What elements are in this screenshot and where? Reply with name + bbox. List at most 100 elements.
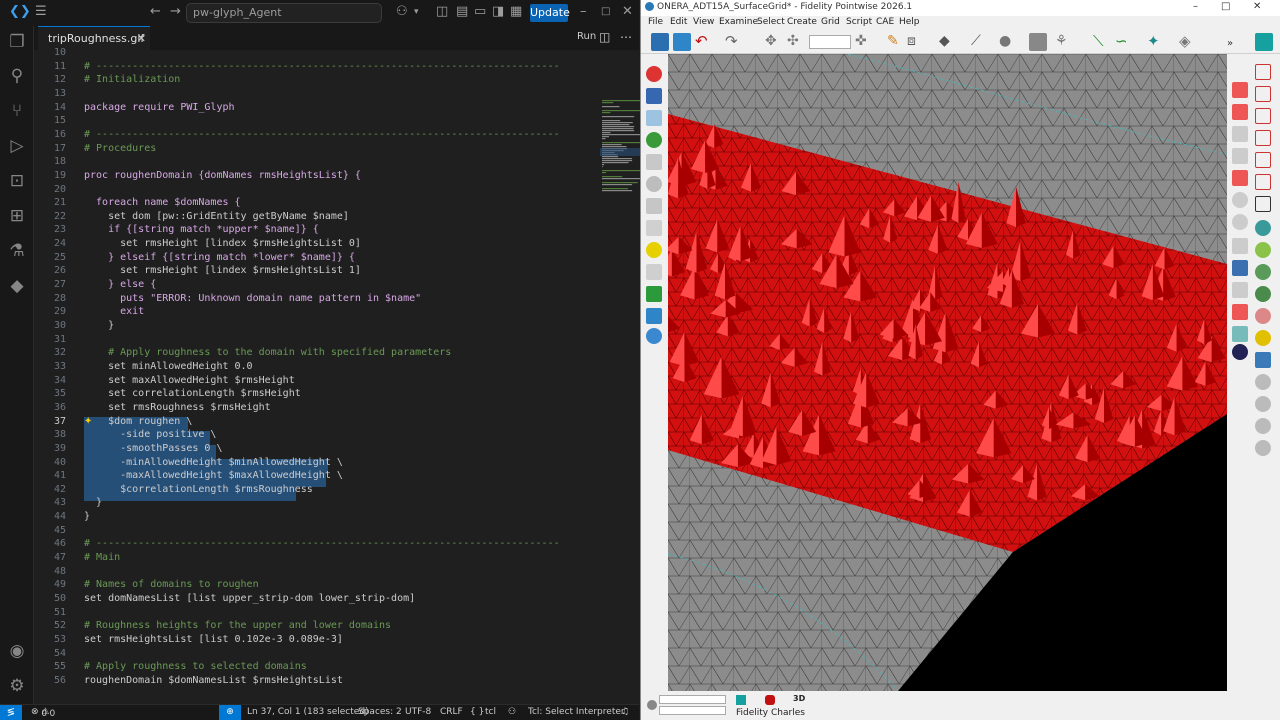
search-zoom-icon[interactable]	[1232, 344, 1248, 360]
customize-layout-icon[interactable]: ▦	[510, 4, 522, 19]
view-neg-y-icon[interactable]	[1255, 130, 1271, 146]
layers-display-icon[interactable]	[1232, 326, 1248, 342]
view-icon[interactable]: ⚘	[1055, 33, 1073, 51]
eye-gray-icon[interactable]	[1255, 374, 1271, 390]
database-icon[interactable]	[646, 154, 662, 170]
menu-cae[interactable]: CAE	[876, 17, 894, 27]
block-display-icon[interactable]	[1232, 260, 1248, 276]
search-icon[interactable]: ⚲	[0, 66, 34, 86]
layer-icon[interactable]	[646, 308, 662, 324]
chevron-down-icon[interactable]: ▾	[414, 7, 419, 17]
save-as-icon[interactable]	[673, 33, 691, 51]
view-a-icon[interactable]	[1255, 196, 1271, 212]
grid-display-icon[interactable]	[1255, 352, 1271, 368]
point-entity-icon[interactable]	[646, 286, 662, 302]
select-mode-icon[interactable]: ✣	[787, 33, 805, 51]
mask-icon[interactable]: ✜	[855, 33, 873, 51]
sphere-entity-icon[interactable]	[646, 176, 662, 192]
interpreter-selector[interactable]: Tcl: Select Interpreter	[528, 707, 625, 717]
indentation-indicator[interactable]: Spaces: 2	[358, 707, 402, 717]
reference-icon[interactable]	[646, 328, 662, 344]
frame-red-icon[interactable]	[1232, 304, 1248, 320]
account-icon[interactable]: ◉	[0, 641, 34, 661]
redo-icon[interactable]: ↷	[725, 33, 743, 51]
visibility-icon[interactable]	[1255, 220, 1271, 236]
settings-gear-icon[interactable]: ⚙	[0, 676, 34, 696]
display-red-icon[interactable]	[1232, 82, 1248, 98]
cursor-position[interactable]: Ln 37, Col 1 (183 selected)	[247, 707, 369, 717]
eye-gray-3-icon[interactable]	[1255, 418, 1271, 434]
view-neg-x-icon[interactable]	[1255, 86, 1271, 102]
maximize-icon[interactable]: □	[1221, 1, 1230, 12]
eye-gray-4-icon[interactable]	[1255, 440, 1271, 456]
create-spline-icon[interactable]: ✦	[1147, 33, 1165, 51]
save-icon[interactable]	[651, 33, 669, 51]
menu-grid[interactable]: Grid	[821, 17, 840, 27]
extensions-icon[interactable]: ⊞	[0, 206, 34, 226]
dimension-3d-label[interactable]: 3D	[793, 694, 805, 703]
forward-arrow-icon[interactable]: →	[170, 4, 181, 19]
back-arrow-icon[interactable]: ←	[150, 4, 161, 19]
dots-icon[interactable]	[1232, 192, 1248, 208]
toggle-panel-icon[interactable]: ▭	[474, 4, 486, 19]
display-plus-icon[interactable]	[1232, 148, 1248, 164]
menu-script[interactable]: Script	[846, 17, 872, 27]
view-z-icon[interactable]	[1255, 152, 1271, 168]
minimize-icon[interactable]: –	[1193, 1, 1198, 12]
select-icon[interactable]: ✥	[765, 33, 783, 51]
split-editor-icon[interactable]: ◫	[599, 30, 610, 44]
language-mode[interactable]: tcl	[485, 707, 496, 717]
block-icon[interactable]	[646, 88, 662, 104]
pencil-icon[interactable]: ✎	[887, 33, 905, 51]
grid-domain-icon[interactable]	[1255, 33, 1273, 51]
problems-indicator[interactable]: ⊗ 0 ⚠ 0	[31, 707, 55, 719]
view-y-icon[interactable]	[1255, 108, 1271, 124]
collapse-panel-icon[interactable]	[646, 66, 662, 82]
menu-create[interactable]: Create	[787, 17, 817, 27]
remote-explorer-icon[interactable]: ⊡	[0, 171, 34, 191]
display-mode-icon[interactable]: ◆	[939, 33, 957, 51]
shape-icon[interactable]	[646, 264, 662, 280]
more-actions-icon[interactable]: ⋯	[620, 30, 632, 44]
eye-yellow-icon[interactable]	[1255, 330, 1271, 346]
curve-icon[interactable]	[646, 220, 662, 236]
bounding-box-icon[interactable]: ⧈	[907, 33, 925, 51]
notifications-bell-icon[interactable]: ♫	[621, 707, 629, 717]
frame-icon[interactable]	[1232, 282, 1248, 298]
toggle-secondary-sidebar-icon[interactable]: ◨	[492, 4, 504, 19]
minimize-icon[interactable]: –	[580, 4, 587, 19]
domain-icon[interactable]	[646, 110, 662, 126]
encoding-indicator[interactable]: UTF-8	[405, 707, 431, 717]
command-center-search[interactable]: pw-glyph_Agent	[186, 3, 382, 23]
eye-red-icon[interactable]	[1255, 308, 1271, 324]
create-surface-icon[interactable]: ◈	[1179, 33, 1197, 51]
view-x-icon[interactable]	[1255, 64, 1271, 80]
close-window-icon[interactable]: ✕	[622, 4, 633, 19]
dots-2-icon[interactable]	[1232, 214, 1248, 230]
python-icon[interactable]: ◆	[0, 276, 34, 296]
display-red-3-icon[interactable]	[1232, 170, 1248, 186]
maximize-icon[interactable]: □	[601, 6, 610, 17]
selection-filter-dropdown[interactable]	[809, 35, 851, 49]
eol-indicator[interactable]: CRLF	[440, 707, 463, 717]
close-window-icon[interactable]: ✕	[1253, 1, 1261, 12]
display-red-2-icon[interactable]	[1232, 104, 1248, 120]
toolbar-overflow-icon[interactable]: »	[1227, 38, 1233, 49]
menu-edit[interactable]: Edit	[670, 17, 687, 27]
create-curve-icon[interactable]: ∽	[1115, 33, 1133, 51]
code-editor[interactable]: ✦ 10 11 12 13 14 15 16 17 18 19 20 21 22 23 24 25 26 27 28…	[34, 47, 662, 704]
visibility-alt-icon[interactable]	[1255, 264, 1271, 280]
shading-icon[interactable]	[1029, 33, 1047, 51]
layout-icon[interactable]: ◫	[436, 4, 448, 19]
toggle-sidebar-icon[interactable]: ▤	[456, 4, 468, 19]
sphere-icon[interactable]: ●	[999, 33, 1017, 51]
explorer-icon[interactable]: ❐	[0, 32, 34, 52]
point-icon[interactable]: ⟋	[971, 33, 989, 51]
diamond-icon[interactable]	[1232, 238, 1248, 254]
view-neg-z-icon[interactable]	[1255, 174, 1271, 190]
remote-indicator-icon[interactable]: ≶	[0, 705, 22, 720]
menu-examine[interactable]: Examine	[719, 17, 758, 27]
close-tab-icon[interactable]: ✕	[137, 27, 146, 50]
copilot-icon[interactable]: ⚇	[396, 4, 408, 19]
menu-view[interactable]: View	[693, 17, 714, 27]
